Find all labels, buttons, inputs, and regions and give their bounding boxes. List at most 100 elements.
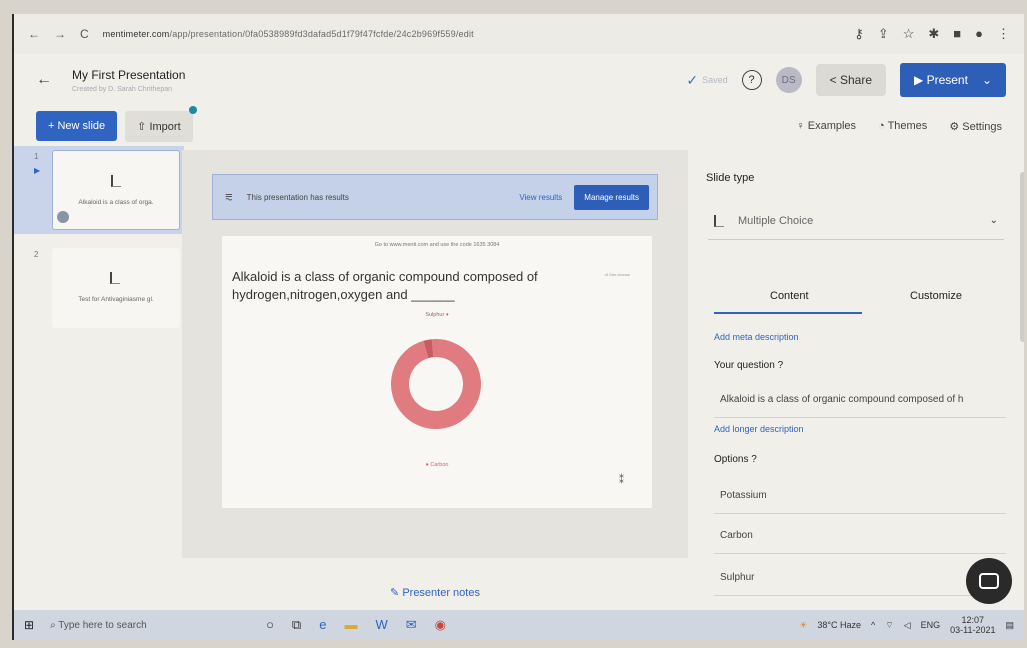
forward-arrow-icon[interactable]: → — [54, 27, 66, 41]
chat-support-button[interactable] — [966, 558, 1012, 604]
import-label: Import — [149, 120, 181, 133]
results-badge — [57, 211, 69, 223]
avatar[interactable]: DS — [775, 67, 802, 93]
present-button[interactable]: ▶ Present ⌄ — [900, 63, 1006, 97]
notifications-icon[interactable]: ▤ — [1005, 620, 1014, 631]
slide-type-value: Multiple Choice — [738, 214, 814, 227]
file-explorer-icon[interactable]: ▬ — [344, 617, 357, 633]
slide-preview-main[interactable]: Go to www.menti.com and use the code 163… — [222, 236, 652, 508]
screen-frame: ← → C mentimeter.com/app/presentation/0f… — [12, 14, 1024, 640]
slide-type-label: Slide type — [706, 172, 755, 184]
results-banner-text: This presentation has results — [246, 192, 349, 202]
slide-type-select[interactable]: Multiple Choice ⌄ — [708, 202, 1004, 240]
slide-preview: Test for Antivaginiasme gl. — [52, 248, 180, 328]
menu-dots-icon[interactable]: ⋮ — [997, 26, 1010, 42]
play-icon: ▶ — [914, 73, 924, 87]
cortana-icon[interactable]: ○ — [266, 617, 274, 633]
bar-chart-icon — [714, 214, 724, 227]
bar-chart-icon — [110, 272, 120, 284]
help-button[interactable]: ? — [741, 70, 762, 90]
option-input-1[interactable]: Potassium — [714, 478, 1006, 514]
import-button[interactable]: ⇧ Import — [125, 105, 197, 142]
your-question-label: Your question ? — [714, 360, 784, 371]
chart-line-icon: ⩳ — [225, 189, 233, 204]
word-icon[interactable]: W — [375, 617, 387, 633]
slide-thumbnail-2[interactable]: 2 Test for Antivaginiasme gl. — [14, 244, 184, 332]
taskbar-search[interactable]: ⌕ Type here to search — [50, 620, 230, 631]
presentation-title[interactable]: My First Presentation — [72, 68, 185, 82]
vote-counter-icon: ⁑ — [619, 475, 624, 486]
share-icon: < — [829, 73, 837, 87]
task-view-icon[interactable]: ⧉ — [292, 617, 301, 633]
mail-icon[interactable]: ✉ — [406, 617, 417, 633]
play-indicator-icon: ▶ — [34, 166, 41, 175]
donut-slice-sulphur — [423, 339, 434, 359]
new-slide-button[interactable]: + New slide — [36, 111, 118, 141]
volume-icon[interactable]: ◁ — [904, 620, 911, 631]
share-button[interactable]: < Share — [815, 64, 886, 96]
weather-icon: ☀ — [799, 619, 808, 630]
back-arrow-icon[interactable]: ← — [28, 27, 40, 41]
tab-content[interactable]: Content — [770, 290, 809, 302]
app-header: ← My First Presentation Created by D. Sa… — [14, 54, 1024, 106]
option-input-2[interactable]: Carbon — [714, 518, 1006, 554]
mini-legend: of Sim choose — [604, 272, 630, 277]
donut-slice-carbon — [391, 339, 481, 429]
themes-button[interactable]: ◔ Themes — [878, 120, 927, 133]
chart-label-carbon: ● Carbon — [425, 462, 449, 468]
add-meta-description-link[interactable]: Add meta description — [714, 332, 799, 342]
key-icon[interactable]: ⚷ — [854, 26, 864, 42]
presenter-notes-button[interactable]: ✎ Presenter notes — [182, 586, 688, 599]
pencil-icon: ✎ — [390, 587, 400, 599]
slide-preview-text: Test for Antivaginiasme gl. — [78, 296, 154, 303]
manage-results-button[interactable]: Manage results — [574, 184, 649, 210]
system-tray: ☀ 38°C Haze ^ ⌔ ◁ ENG 12:07 03-11-2021 ▤ — [799, 615, 1014, 635]
view-results-link[interactable]: View results — [519, 193, 562, 202]
share-page-icon[interactable]: ⇪ — [878, 26, 889, 42]
chat-icon — [979, 573, 999, 589]
edge-icon[interactable]: e — [319, 617, 326, 633]
saved-status: ✓ Saved — [686, 72, 727, 89]
network-icon[interactable]: ⌔ — [885, 620, 893, 631]
lightbulb-icon: ♀ — [796, 119, 805, 132]
star-icon[interactable]: ☆ — [903, 26, 915, 42]
join-instructions: Go to www.menti.com and use the code 163… — [374, 242, 500, 248]
address-bar[interactable]: mentimeter.com/app/presentation/0fa05389… — [103, 29, 841, 39]
settings-button[interactable]: ⚙ Settings — [949, 120, 1002, 133]
taskbar-search-placeholder: Type here to search — [58, 619, 147, 631]
tab-customize[interactable]: Customize — [910, 290, 962, 302]
share-label: Share — [839, 73, 872, 87]
add-longer-description-link[interactable]: Add longer description — [714, 424, 804, 434]
back-icon[interactable]: ← — [36, 71, 52, 89]
present-label: Present — [926, 73, 968, 87]
option-input-3[interactable]: Sulphur — [714, 560, 1006, 596]
clock-date: 03-11-2021 — [950, 625, 996, 635]
windows-start-icon[interactable]: ⊞ — [24, 618, 34, 632]
weather-text[interactable]: 38°C Haze — [817, 620, 861, 630]
question-input[interactable]: Alkaloid is a class of organic compound … — [714, 382, 1006, 418]
notification-dot — [188, 105, 197, 114]
clock[interactable]: 12:07 03-11-2021 — [950, 615, 995, 635]
results-banner: ⩳ This presentation has results View res… — [212, 174, 658, 220]
chevron-up-icon[interactable]: ^ — [871, 620, 875, 630]
slide-thumbnail-1[interactable]: 1 ▶ Alkaloid is a class of orga. — [14, 146, 184, 234]
panel-scrollbar[interactable] — [1020, 172, 1024, 342]
reload-icon[interactable]: C — [80, 27, 89, 41]
windows-taskbar: ⊞ ⌕ Type here to search ○ ⧉ e ▬ W ✉ ◉ ☀ … — [14, 610, 1024, 640]
chart-label-sulphur: Sulphur ♦ — [425, 312, 449, 318]
extensions-icon[interactable]: ✱ — [928, 26, 939, 42]
slide-list: 1 ▶ Alkaloid is a class of orga. 2 Test … — [14, 146, 184, 616]
slide-preview-text: Alkaloid is a class of orga. — [78, 199, 154, 206]
gear-icon: ⚙ — [949, 120, 960, 133]
url-path: /app/presentation/0fa0538989fd3dafad5d1f… — [169, 29, 474, 39]
chevron-down-icon[interactable]: ⌄ — [982, 73, 992, 87]
profile-icon[interactable]: ● — [975, 26, 983, 42]
check-icon: ✓ — [686, 71, 699, 88]
window-icon[interactable]: ■ — [953, 26, 961, 42]
clock-time: 12:07 — [961, 615, 985, 625]
chrome-icon[interactable]: ◉ — [435, 617, 446, 633]
examples-button[interactable]: ♀ Examples — [796, 120, 856, 133]
language-indicator[interactable]: ENG — [921, 620, 941, 630]
bar-chart-icon — [111, 175, 121, 187]
settings-label: Settings — [962, 120, 1002, 133]
